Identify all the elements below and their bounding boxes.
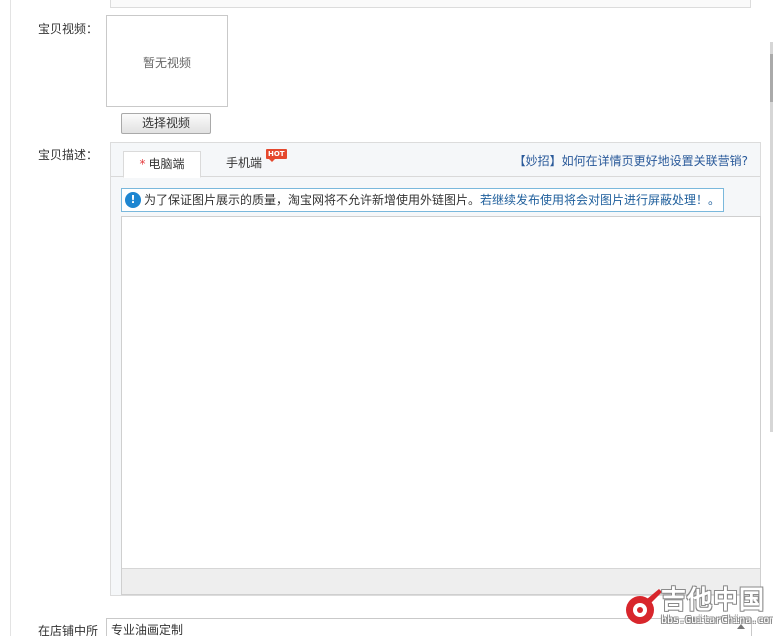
marketing-tip-link[interactable]: 【妙招】如何在详情页更好地设置关联营销?	[514, 152, 748, 169]
notice-message: 为了保证图片展示的质量，淘宝网将不允许新增使用外链图片。若继续发布使用将会对图片…	[144, 189, 720, 211]
rich-text-editor[interactable]	[121, 216, 761, 595]
watermark-url: bbs.GuitarChina.com	[661, 615, 773, 626]
description-tab-bar: * 电脑端 手机端 HOT 【妙招】如何在详情页更好地设置关联营销?	[111, 143, 760, 178]
left-border-line	[10, 0, 11, 636]
guitarchina-logo	[626, 589, 662, 624]
previous-section-edge	[110, 0, 751, 8]
watermark-title: 吉他中国	[661, 585, 766, 614]
video-preview-box: 暂无视频	[106, 15, 228, 107]
site-watermark: 吉他中国 bbs.GuitarChina.com	[617, 585, 773, 631]
shop-category-label: 在店铺中所	[38, 624, 99, 636]
select-video-button[interactable]: 选择视频	[121, 113, 211, 134]
tab-desktop[interactable]: * 电脑端	[123, 151, 201, 178]
shop-category-value: 专业油画定制	[111, 623, 184, 636]
required-asterisk: *	[139, 157, 146, 171]
notice-warning: 若继续发布使用将会对图片进行屏蔽处理！。	[480, 193, 721, 207]
tab-mobile-label: 手机端	[225, 156, 262, 170]
info-icon: !	[125, 192, 141, 208]
description-label: 宝贝描述：	[38, 148, 99, 162]
hot-badge: HOT	[266, 149, 287, 162]
notice-text: 为了保证图片展示的质量，淘宝网将不允许新增使用外链图片。	[144, 193, 481, 207]
description-editor-panel: * 电脑端 手机端 HOT 【妙招】如何在详情页更好地设置关联营销? ! 为了保证…	[110, 142, 761, 596]
tab-desktop-label: 电脑端	[148, 157, 185, 171]
external-image-notice: ! 为了保证图片展示的质量，淘宝网将不允许新增使用外链图片。若继续发布使用将会对…	[121, 188, 724, 212]
video-label: 宝贝视频：	[38, 22, 99, 36]
no-video-text: 暂无视频	[142, 56, 191, 70]
tab-mobile[interactable]: 手机端	[219, 151, 269, 178]
